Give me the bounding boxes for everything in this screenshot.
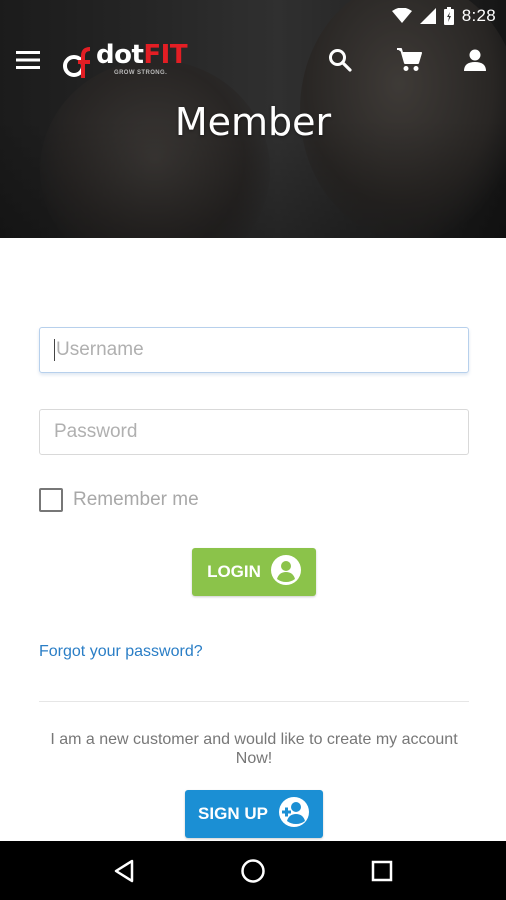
- search-icon[interactable]: [322, 42, 358, 78]
- cart-icon[interactable]: [391, 42, 427, 78]
- status-bar: 8:28: [0, 0, 506, 32]
- battery-icon: [443, 7, 454, 25]
- account-icon[interactable]: [457, 42, 493, 78]
- login-button[interactable]: LOGIN: [192, 548, 316, 596]
- dotfit-logo[interactable]: dotFIT GROW STRONG.: [62, 40, 192, 84]
- system-navigation-bar: [0, 841, 506, 900]
- page-title: Member: [174, 100, 332, 144]
- new-customer-text: I am a new customer and would like to cr…: [50, 731, 458, 767]
- text-caret: [54, 339, 55, 361]
- remember-me-checkbox[interactable]: [39, 488, 63, 512]
- app-toolbar: dotFIT GROW STRONG.: [0, 32, 506, 88]
- username-input[interactable]: Username: [39, 327, 469, 373]
- user-circle-icon: [270, 554, 301, 590]
- remember-me-label: Remember me: [73, 489, 199, 510]
- divider: [39, 701, 469, 702]
- clock: 8:28: [461, 6, 496, 25]
- dotfit-logo-mark-icon: [62, 46, 94, 85]
- forgot-password-link[interactable]: Forgot your password?: [39, 643, 203, 661]
- remember-me-toggle[interactable]: Remember me: [39, 488, 199, 512]
- password-input[interactable]: Password: [39, 409, 469, 455]
- username-placeholder: Username: [56, 339, 144, 360]
- add-user-icon: [278, 796, 310, 833]
- menu-icon[interactable]: [10, 42, 46, 78]
- home-icon[interactable]: [229, 847, 277, 895]
- login-button-label: LOGIN: [207, 562, 261, 581]
- password-placeholder: Password: [54, 421, 138, 442]
- sign-up-button[interactable]: SIGN UP: [185, 790, 323, 838]
- sign-up-button-label: SIGN UP: [198, 804, 268, 823]
- wifi-icon: [391, 8, 412, 24]
- back-icon[interactable]: [100, 847, 148, 895]
- signal-icon: [419, 8, 436, 24]
- recents-icon[interactable]: [358, 847, 406, 895]
